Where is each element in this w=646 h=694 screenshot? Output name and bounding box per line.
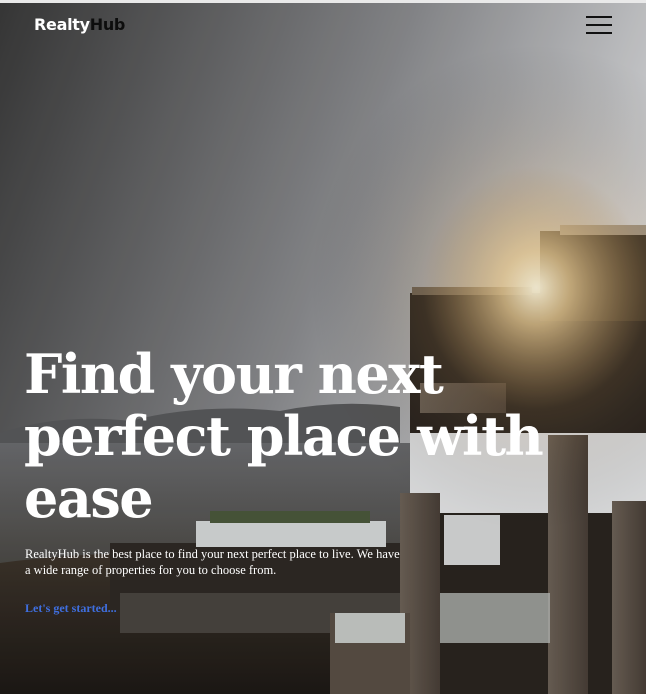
- hamburger-menu-button[interactable]: [584, 13, 614, 37]
- logo-text-part1: Realty: [34, 15, 90, 34]
- get-started-link[interactable]: Let's get started...: [25, 600, 117, 616]
- top-navigation: RealtyHub: [0, 3, 646, 55]
- hamburger-menu-icon-bar-bottom: [586, 32, 612, 34]
- landing-page: RealtyHub Find your next perfect place w…: [0, 0, 646, 694]
- hero-description: RealtyHub is the best place to find your…: [25, 547, 400, 577]
- hamburger-menu-icon-bar-top: [586, 16, 612, 18]
- hamburger-menu-icon-bar-middle: [586, 24, 612, 26]
- hero-title: Find your next perfect place with ease: [24, 342, 544, 530]
- logo[interactable]: RealtyHub: [34, 14, 125, 36]
- logo-text-part2: Hub: [89, 15, 126, 34]
